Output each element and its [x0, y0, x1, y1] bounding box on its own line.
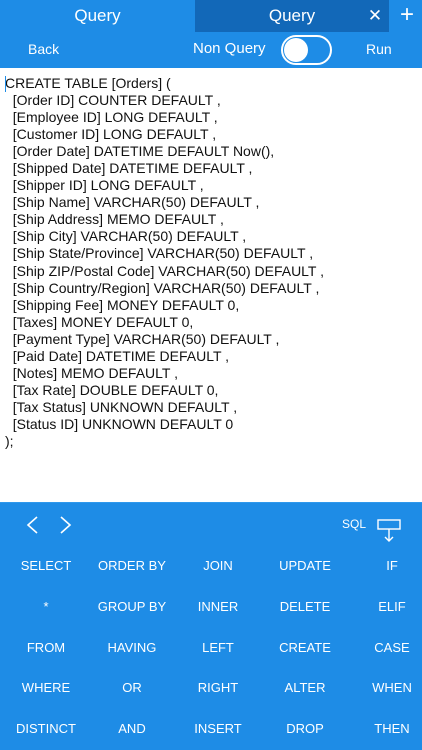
toggle-knob: [284, 38, 308, 62]
sql-line: [Order ID] COUNTER DEFAULT ,: [5, 92, 221, 109]
text-cursor: [5, 76, 6, 92]
keyword-key[interactable]: LEFT: [175, 628, 261, 668]
keyword-key[interactable]: ALTER: [262, 668, 348, 708]
non-query-toggle[interactable]: [281, 35, 332, 65]
sql-line: [Notes] MEMO DEFAULT ,: [5, 364, 178, 381]
keyword-key[interactable]: GROUP BY: [89, 587, 175, 627]
sql-editor[interactable]: CREATE TABLE [Orders] ( [Order ID] COUNT…: [0, 68, 422, 502]
keyword-key[interactable]: THEN: [349, 709, 422, 749]
sql-line: [Shipper ID] LONG DEFAULT ,: [5, 177, 204, 194]
keyword-key[interactable]: CASE: [349, 628, 422, 668]
tab-bar: Query Query ✕ +: [0, 0, 422, 32]
sql-line: [Order Date] DATETIME DEFAULT Now(),: [5, 143, 275, 160]
non-query-label: Non Query: [193, 40, 266, 57]
back-button[interactable]: Back: [28, 32, 59, 68]
sql-line: [Paid Date] DATETIME DEFAULT ,: [5, 347, 230, 364]
sql-line: [Tax Rate] DOUBLE DEFAULT 0,: [5, 381, 219, 398]
keyword-key[interactable]: HAVING: [89, 628, 175, 668]
sql-line: CREATE TABLE [Orders] (: [5, 75, 171, 91]
sql-line: [Ship ZIP/Postal Code] VARCHAR(50) DEFAU…: [5, 262, 324, 279]
keyword-key[interactable]: JOIN: [175, 546, 261, 586]
sql-line: [Shipping Fee] MONEY DEFAULT 0,: [5, 296, 240, 313]
keyword-key[interactable]: WHERE: [3, 668, 89, 708]
sql-icon[interactable]: SQL: [342, 517, 366, 531]
add-tab-icon[interactable]: +: [392, 0, 422, 32]
toolbar: Back Non Query Run: [0, 32, 422, 68]
hide-keyboard-icon[interactable]: [376, 518, 402, 544]
keyword-key[interactable]: UPDATE: [262, 546, 348, 586]
sql-line: [Employee ID] LONG DEFAULT ,: [5, 109, 218, 126]
sql-line: [Customer ID] LONG DEFAULT ,: [5, 126, 217, 143]
keyword-key[interactable]: ELIF: [349, 587, 422, 627]
keyword-key[interactable]: RIGHT: [175, 668, 261, 708]
keyword-key[interactable]: FROM: [3, 628, 89, 668]
keyword-key[interactable]: DELETE: [262, 587, 348, 627]
keyword-key[interactable]: INSERT: [175, 709, 261, 749]
sql-line: [Ship Country/Region] VARCHAR(50) DEFAUL…: [5, 279, 320, 296]
cursor-left-icon[interactable]: [25, 515, 39, 535]
keyword-key[interactable]: WHEN: [349, 668, 422, 708]
run-button[interactable]: Run: [366, 32, 392, 68]
keyword-key[interactable]: IF: [349, 546, 422, 586]
tab-query-2[interactable]: Query: [195, 0, 389, 32]
sql-line: [Taxes] MONEY DEFAULT 0,: [5, 313, 194, 330]
keyword-key[interactable]: INNER: [175, 587, 261, 627]
keyword-key[interactable]: OR: [89, 668, 175, 708]
close-tab-icon[interactable]: ✕: [364, 0, 386, 32]
keyword-key[interactable]: SELECT: [3, 546, 89, 586]
sql-line: [Ship State/Province] VARCHAR(50) DEFAUL…: [5, 245, 314, 262]
keyword-key[interactable]: ORDER BY: [89, 546, 175, 586]
sql-line: [Ship Address] MEMO DEFAULT ,: [5, 211, 224, 228]
sql-line: [Tax Status] UNKNOWN DEFAULT ,: [5, 398, 238, 415]
sql-line: );: [5, 432, 14, 449]
keyword-key[interactable]: DISTINCT: [3, 709, 89, 749]
sql-keypad: SELECT ORDER BY JOIN UPDATE IF * GROUP BY INNER…: [0, 546, 422, 750]
keyword-key[interactable]: CREATE: [262, 628, 348, 668]
keyword-key[interactable]: AND: [89, 709, 175, 749]
sql-line: [Payment Type] VARCHAR(50) DEFAULT ,: [5, 330, 280, 347]
cursor-right-icon[interactable]: [59, 515, 73, 535]
keyword-key[interactable]: DROP: [262, 709, 348, 749]
tab-query-1[interactable]: Query: [0, 0, 195, 32]
sql-line: [Shipped Date] DATETIME DEFAULT ,: [5, 160, 253, 177]
sql-line: [Ship City] VARCHAR(50) DEFAULT ,: [5, 228, 247, 245]
sql-line: [Ship Name] VARCHAR(50) DEFAULT ,: [5, 194, 260, 211]
keyword-key[interactable]: *: [3, 587, 89, 627]
sql-line: [Status ID] UNKNOWN DEFAULT 0: [5, 415, 234, 432]
